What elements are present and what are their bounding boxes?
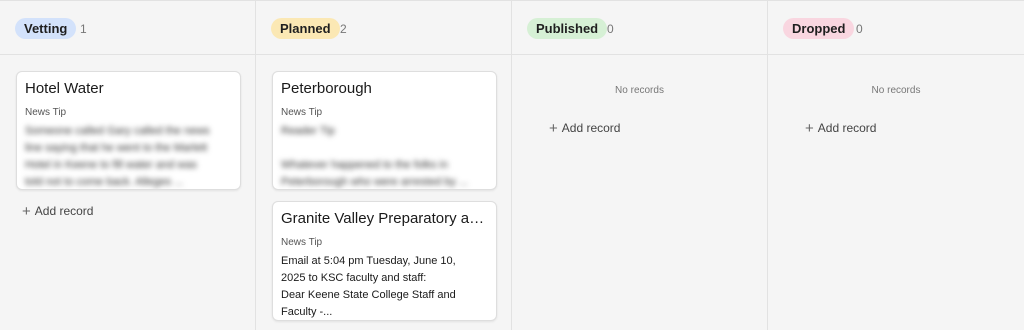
add-record-label: Add record bbox=[34, 204, 94, 218]
column-header: Published 0 bbox=[512, 1, 767, 55]
card-field-label: News Tip bbox=[281, 237, 323, 248]
add-record-label: Add record bbox=[561, 121, 621, 135]
column-header: Dropped 0 bbox=[768, 1, 1024, 55]
record-card[interactable]: Hotel Water News Tip Someone called Gary… bbox=[16, 71, 241, 190]
card-body-line: line saying that he went to the Marlett bbox=[25, 142, 208, 154]
status-badge[interactable]: Vetting bbox=[15, 18, 77, 39]
empty-state-label: No records bbox=[871, 85, 921, 96]
card-body: Someone called Gary called the news line… bbox=[25, 123, 230, 189]
status-badge[interactable]: Planned bbox=[271, 18, 340, 39]
card-field-label: News Tip bbox=[281, 107, 323, 118]
add-record-button[interactable]: + Add record bbox=[805, 120, 876, 137]
card-title: Peterborough bbox=[281, 80, 372, 97]
card-body: Email at 5:04 pm Tuesday, June 10, 2025 … bbox=[281, 253, 486, 320]
card-body-line: Peterborough who were arrested by ... bbox=[281, 176, 469, 188]
plus-icon: + bbox=[549, 120, 558, 137]
status-badge[interactable]: Published bbox=[527, 18, 608, 39]
add-record-label: Add record bbox=[817, 121, 877, 135]
card-title: Granite Valley Preparatory at ... bbox=[281, 210, 486, 227]
card-body: Whatever happened to the folks in Peterb… bbox=[281, 157, 486, 189]
column-header: Vetting 1 bbox=[0, 1, 255, 55]
add-record-button[interactable]: + Add record bbox=[22, 203, 93, 220]
card-field-label: News Tip bbox=[25, 107, 67, 118]
card-body-line: 2025 to KSC faculty and staff: bbox=[281, 272, 427, 284]
kanban-board: Vetting 1 Hotel Water News Tip Someone c… bbox=[0, 0, 1024, 330]
card-body-line: Someone called Gary called the news bbox=[25, 125, 210, 137]
status-badge[interactable]: Dropped bbox=[783, 18, 855, 39]
card-subtitle: Reader Tip bbox=[281, 125, 335, 137]
column-published: Published 0 No records + Add record bbox=[512, 1, 768, 330]
card-title: Hotel Water bbox=[25, 80, 104, 97]
empty-state-label: No records bbox=[615, 85, 664, 96]
record-count: 0 bbox=[607, 22, 614, 36]
card-body-line: told not to come back. Alleges ... bbox=[25, 176, 184, 188]
card-body-line: Faculty -... bbox=[281, 306, 333, 318]
column-header: Planned 2 bbox=[256, 1, 511, 55]
card-body-line: Whatever happened to the folks in bbox=[281, 159, 448, 171]
card-body-line: Hotel in Keene to fill water and was bbox=[25, 159, 197, 171]
add-record-button[interactable]: + Add record bbox=[549, 120, 620, 137]
card-body-line: Dear Keene State College Staff and bbox=[281, 289, 456, 301]
column-vetting: Vetting 1 Hotel Water News Tip Someone c… bbox=[0, 1, 256, 330]
record-count: 1 bbox=[80, 22, 87, 36]
record-count: 0 bbox=[856, 22, 863, 36]
card-body-line: Email at 5:04 pm Tuesday, June 10, bbox=[281, 255, 456, 267]
plus-icon: + bbox=[805, 120, 814, 137]
column-planned: Planned 2 Peterborough News Tip Reader T… bbox=[256, 1, 512, 330]
record-count: 2 bbox=[340, 22, 347, 36]
record-card[interactable]: Peterborough News Tip Reader Tip Whateve… bbox=[272, 71, 497, 190]
plus-icon: + bbox=[22, 203, 31, 220]
column-dropped: Dropped 0 No records + Add record bbox=[768, 1, 1024, 330]
record-card[interactable]: Granite Valley Preparatory at ... News T… bbox=[272, 201, 497, 321]
